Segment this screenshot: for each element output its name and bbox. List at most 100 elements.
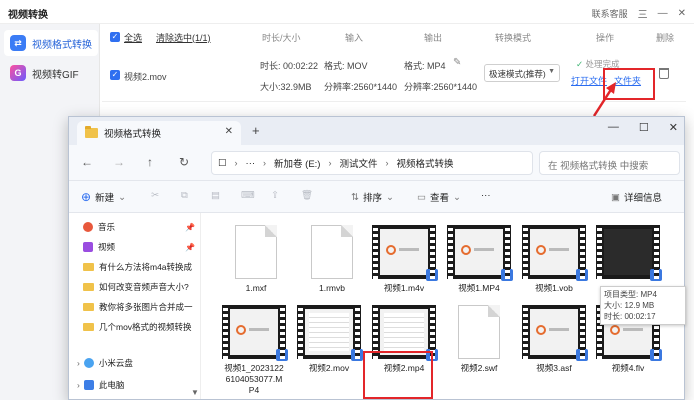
sidebar-item-label: 视频转GIF [32,69,79,81]
nav-item-folder[interactable]: 几个mov格式的视频转换 [83,319,197,335]
video-thumbnail-icon [596,225,662,281]
convert-icon: ⇄ [10,35,26,51]
cloud-icon [83,358,94,368]
rename-icon[interactable]: ⌨ [241,190,255,201]
breadcrumb-drive[interactable]: 新加卷 (E:) [274,156,320,170]
sidebar-item-video-format-convert[interactable]: ⇄ 视频格式转换 [4,30,98,56]
sort-button[interactable]: ⇅ 排序 ⌄ [351,190,394,205]
nav-item-xiaomi-cloud[interactable]: › 小米云盘 [77,355,191,371]
navigation-pane: 音乐 📌 视频 📌 有什么方法将m4a转换成 如何改变音频声音大小? 教你将多张图片… [69,213,201,399]
nav-item-folder[interactable]: 如何改变音频声音大小? [83,279,197,295]
maximize-icon[interactable]: ☐ [639,121,649,134]
col-input: 输入 [345,32,364,43]
video-thumbnail-icon [222,305,288,361]
app-window-controls: 联系客服 三 — ✕ [592,6,686,21]
close-icon[interactable]: ✕ [669,121,678,134]
music-icon [83,222,93,232]
new-tab-button[interactable]: + [252,123,260,138]
gif-icon: G [10,65,26,81]
select-all-checkbox[interactable]: ✓ [110,32,120,42]
output-format: 格式: MP4 [404,61,446,71]
size-text: 大小:32.9MB [260,82,312,92]
clear-selected-link[interactable]: 清除选中(1/1) [156,31,211,44]
col-duration-size: 时长/大小 [262,32,301,43]
edit-icon[interactable]: ✎ [453,57,461,68]
arrow-annotation-icon [592,82,616,117]
file-item[interactable]: 1.rmvb [297,225,367,294]
tab-label: 视频格式转换 [104,129,162,140]
contact-support-link[interactable]: 联系客服 [592,7,628,20]
select-all-label[interactable]: 全选 [124,31,142,44]
cut-icon[interactable]: ✂ [151,190,159,201]
details-button[interactable]: ▣ 详细信息 [611,190,662,205]
close-tab-icon[interactable]: ✕ [225,126,233,137]
trash-icon[interactable] [659,68,669,79]
video-thumbnail-icon [297,305,363,361]
file-item[interactable]: 视频2.swf [444,305,514,374]
video-thumbnail-icon [522,305,588,361]
file-item[interactable] [593,225,663,283]
file-doc-icon [458,305,500,359]
nav-item-folder[interactable]: 有什么方法将m4a转换成 [83,259,197,275]
convert-mode-select[interactable]: 极速模式(推荐) ▼ [484,64,560,82]
forward-arrow-icon[interactable]: → [113,155,125,169]
file-explorer-window: 视频格式转换 ✕ + — ☐ ✕ ← → ↑ ↻ ☐ › ··· › 新加卷 (… [68,116,685,400]
sidebar-item-video-to-gif[interactable]: G 视频转GIF [4,60,98,86]
output-resolution: 分辨率:2560*1440 [404,82,478,92]
file-table-header: ✓ 全选 清除选中(1/1) 时长/大小 输入 输出 转换模式 操作 删除 [102,28,686,46]
copy-icon[interactable]: ⧉ [181,190,188,201]
refresh-icon[interactable]: ↻ [179,155,189,169]
address-bar[interactable]: ☐ › ··· › 新加卷 (E:) › 测试文件 › 视频格式转换 [211,151,533,175]
explorer-navbar: ← → ↑ ↻ ☐ › ··· › 新加卷 (E:) › 测试文件 › 视频格式… [69,145,684,181]
close-icon[interactable]: ✕ [678,8,686,19]
col-delete: 删除 [656,32,675,43]
video-thumbnail-icon [447,225,513,281]
nav-item-this-pc[interactable]: › 此电脑 [77,377,191,393]
command-bar: ⊕ 新建 ⌄ ✂ ⧉ ▤ ⌨ ⇪ 🗑 ⇅ 排序 ⌄ ▭ 查看 ⌄ ··· ▣ 详细信息 [69,181,684,213]
up-arrow-icon[interactable]: ↑ [147,155,153,169]
file-item[interactable]: 视频1.m4v [369,225,439,294]
duration-text: 时长: 00:02:22 [260,61,319,71]
col-action: 操作 [596,32,615,43]
menu-icon[interactable]: 三 [638,6,648,21]
breadcrumb-test-files[interactable]: 测试文件 [339,156,377,170]
file-doc-icon [235,225,277,279]
share-icon[interactable]: ⇪ [271,190,279,201]
plus-icon: ⊕ [81,190,92,204]
nav-item-video[interactable]: 视频 📌 [83,239,197,255]
col-output: 输出 [424,32,443,43]
view-button[interactable]: ▭ 查看 ⌄ [417,190,461,205]
file-item[interactable]: 视频1.vob [519,225,589,294]
sidebar-item-label: 视频格式转换 [32,39,92,51]
nav-item-folder[interactable]: 教你将多张图片合并成一 [83,299,197,315]
explorer-tabbar: 视频格式转换 ✕ + — ☐ ✕ [69,117,684,145]
pin-icon: 📌 [185,222,195,232]
video-thumbnail-icon [522,225,588,281]
chevron-right-icon: › [77,380,80,390]
breadcrumb-current[interactable]: 视频格式转换 [397,156,454,170]
more-options-button[interactable]: ··· [481,190,491,201]
new-button[interactable]: ⊕ 新建 ⌄ [81,190,126,204]
minimize-icon[interactable]: — [608,121,619,134]
search-input[interactable]: 在 视频格式转换 中搜索 [539,151,680,175]
row-checkbox[interactable]: ✓ [110,70,120,80]
file-item[interactable]: 视频1.MP4 [444,225,514,294]
delete-icon[interactable]: 🗑 [301,190,313,201]
file-doc-icon [311,225,353,279]
scroll-down-icon[interactable]: ▼ [191,388,199,397]
more-breadcrumb[interactable]: ··· [246,158,256,169]
file-item[interactable]: 1.mxf [221,225,291,294]
file-item[interactable]: 视频1_20231226104053077.MP4 [219,305,289,396]
app-titlebar: 视频转换 联系客服 三 — ✕ [0,0,694,24]
computer-icon [83,380,94,390]
check-circle-icon: ✓ [576,59,584,69]
file-item[interactable]: 视频3.asf [519,305,589,374]
nav-item-music[interactable]: 音乐 📌 [83,219,197,235]
file-item[interactable]: 视频2.mov [294,305,364,374]
explorer-window-controls: — ☐ ✕ [608,121,678,134]
minimize-icon[interactable]: — [658,8,668,19]
paste-icon[interactable]: ▤ [211,190,220,201]
tab-video-format-convert[interactable]: 视频格式转换 ✕ [77,121,241,145]
back-arrow-icon[interactable]: ← [81,155,93,169]
folder-icon [83,303,94,311]
